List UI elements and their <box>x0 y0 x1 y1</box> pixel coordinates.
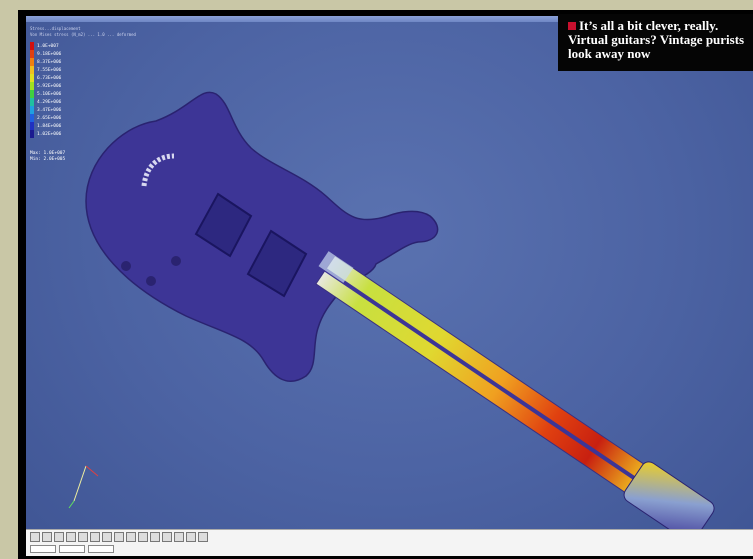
rotate-icon[interactable] <box>42 532 52 542</box>
select-icon[interactable] <box>90 532 100 542</box>
fea-software-window: Stress...displacement Von Mises stress (… <box>26 16 753 556</box>
axis-icon[interactable] <box>114 532 124 542</box>
caption-bullet-icon <box>568 22 576 30</box>
photo-caption: It’s all a bit clever, really. Virtual g… <box>558 14 753 71</box>
toolbar-buttons <box>30 532 208 542</box>
measure-icon[interactable] <box>198 532 208 542</box>
control-knob <box>121 261 131 271</box>
control-knob <box>146 276 156 286</box>
zoom-icon[interactable] <box>66 532 76 542</box>
axis-triad-icon <box>68 465 99 509</box>
control-knob <box>171 256 181 266</box>
bottom-toolbar <box>26 529 753 556</box>
caption-text: It’s all a bit clever, really. Virtual g… <box>568 18 745 61</box>
guitar-body <box>85 91 439 382</box>
toolbar-fields <box>30 545 114 553</box>
guitar-stress-model[interactable] <box>26 16 753 556</box>
render-icon[interactable] <box>126 532 136 542</box>
toolbar-input[interactable] <box>59 545 85 553</box>
play-icon[interactable] <box>174 532 184 542</box>
fit-icon[interactable] <box>78 532 88 542</box>
anim-icon[interactable] <box>162 532 172 542</box>
stop-icon[interactable] <box>186 532 196 542</box>
pan-icon[interactable] <box>54 532 64 542</box>
mesh-icon[interactable] <box>138 532 148 542</box>
toolbar-input[interactable] <box>88 545 114 553</box>
view-icon[interactable] <box>102 532 112 542</box>
arrow-icon[interactable] <box>30 532 40 542</box>
toolbar-input[interactable] <box>30 545 56 553</box>
deform-icon[interactable] <box>150 532 160 542</box>
